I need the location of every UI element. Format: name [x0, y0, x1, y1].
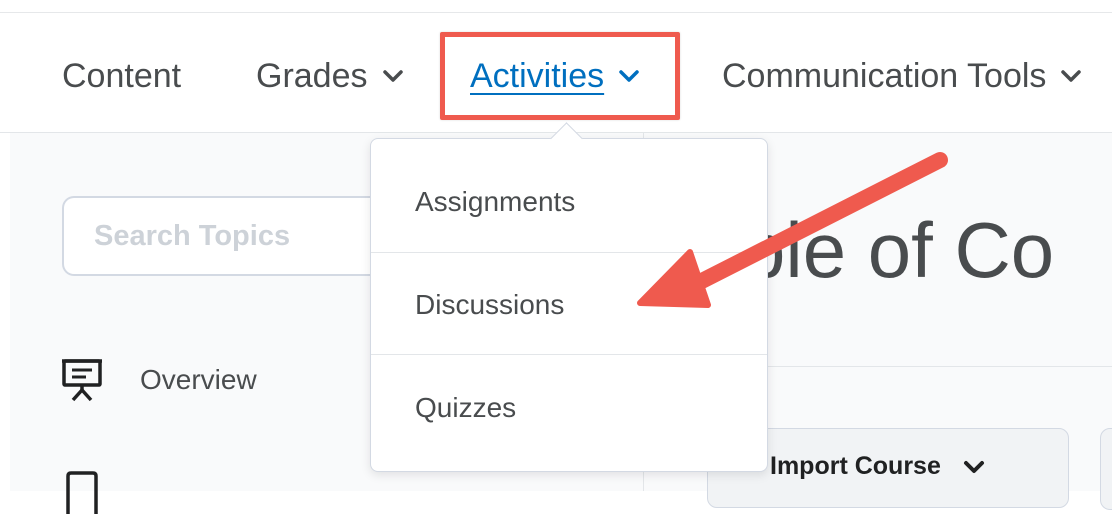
presentation-icon: [62, 359, 102, 402]
import-course-label: Import Course: [770, 452, 941, 480]
top-divider: [0, 12, 1112, 13]
nav-item-communication-tools[interactable]: Communication Tools: [722, 54, 1082, 98]
secondary-card: [1100, 428, 1112, 510]
import-course-button[interactable]: Import Course: [770, 452, 985, 481]
nav-item-grades[interactable]: Grades: [256, 54, 404, 98]
menu-separator: [371, 252, 767, 253]
sidebar-item-label: Overview: [140, 364, 257, 395]
annotation-highlight-box: [440, 32, 680, 120]
menu-item-label: Discussions: [415, 289, 565, 320]
chevron-down-icon: [963, 460, 984, 473]
chevron-down-icon: [382, 70, 403, 82]
nav-item-label: Grades: [256, 56, 368, 95]
nav-item-content[interactable]: Content: [62, 54, 181, 98]
bookmark-icon: [66, 471, 98, 514]
sidebar-item-bookmarks[interactable]: [60, 470, 140, 514]
activities-dropdown-menu: Assignments Discussions Quizzes: [370, 122, 768, 472]
menu-item-label: Quizzes: [415, 392, 517, 423]
menu-separator: [371, 354, 767, 355]
menu-item-label: Assignments: [415, 186, 576, 217]
sidebar-item-overview[interactable]: Overview: [60, 358, 257, 402]
menu-item-discussions[interactable]: Discussions: [371, 254, 767, 356]
nav-item-label: Communication Tools: [722, 56, 1047, 95]
chevron-down-icon: [1061, 70, 1082, 82]
nav-item-label: Content: [62, 56, 182, 95]
page-title: ble of Co: [742, 206, 1055, 294]
menu-item-assignments[interactable]: Assignments: [371, 151, 767, 253]
menu-item-quizzes[interactable]: Quizzes: [371, 357, 767, 459]
search-topics-input[interactable]: [62, 196, 402, 276]
